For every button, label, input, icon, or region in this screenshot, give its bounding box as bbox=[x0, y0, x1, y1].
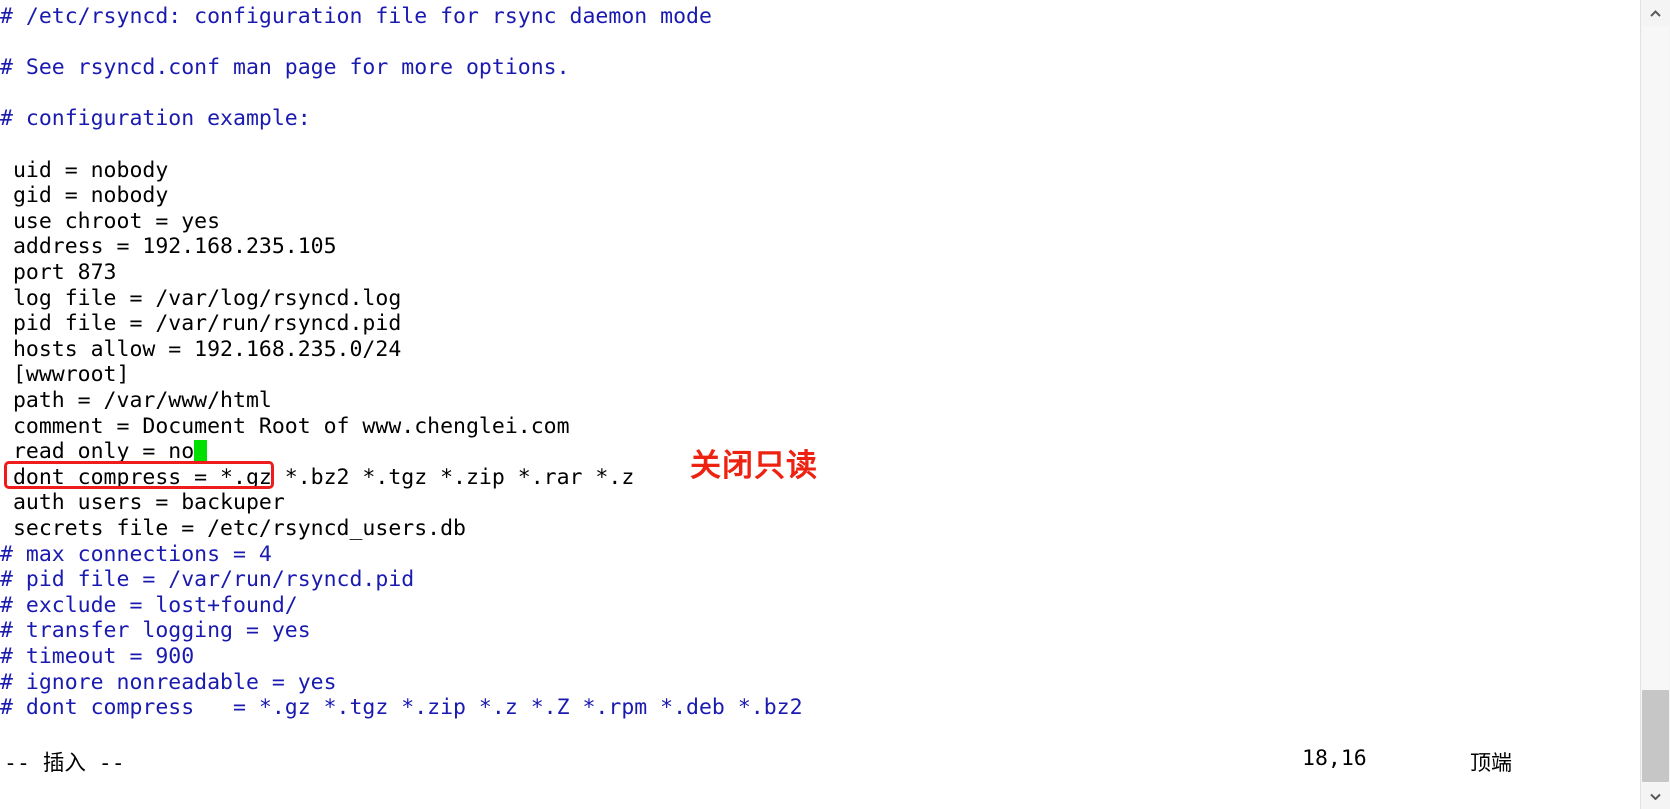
editor-line: # transfer logging = yes bbox=[0, 618, 311, 644]
scrollbar-track[interactable] bbox=[1642, 26, 1669, 783]
editor-line: # configuration example: bbox=[0, 106, 311, 132]
status-cursor-position: 18,16 bbox=[1302, 746, 1367, 771]
editor-line: secrets file = /etc/rsyncd_users.db bbox=[0, 516, 466, 541]
editor-line: hosts allow = 192.168.235.0/24 bbox=[0, 336, 402, 362]
editor-line-text: read only = no bbox=[0, 439, 195, 465]
vertical-scrollbar[interactable] bbox=[1640, 0, 1670, 809]
editor-line: # timeout = 900 bbox=[0, 644, 195, 669]
status-mode-indicator: -- 插入 -- bbox=[4, 751, 125, 776]
editor-line: # exclude = lost+found/ bbox=[0, 592, 298, 618]
chevron-up-icon bbox=[1650, 9, 1661, 17]
editor-line: dont compress = *.gz *.bz2 *.tgz *.zip *… bbox=[0, 464, 635, 490]
scrollbar-down-button[interactable] bbox=[1641, 783, 1670, 809]
editor-line: path = /var/www/html bbox=[0, 388, 272, 413]
annotation-label-close-readonly: 关闭只读 bbox=[690, 448, 818, 484]
editor-line: gid = nobody bbox=[0, 183, 169, 209]
editor-line: read only = no bbox=[0, 439, 208, 465]
status-scroll-indicator: 顶端 bbox=[1470, 751, 1512, 775]
editor-line: # max connections = 4 bbox=[0, 541, 272, 567]
text-cursor-block bbox=[194, 440, 208, 463]
editor-line: pid file = /var/run/rsyncd.pid bbox=[0, 311, 402, 337]
editor-line: uid = nobody bbox=[0, 157, 169, 183]
editor-line: # /etc/rsyncd: configuration file for rs… bbox=[0, 4, 712, 29]
editor-line: comment = Document Root of www.chenglei.… bbox=[0, 413, 570, 439]
editor-line: auth users = backuper bbox=[0, 490, 285, 516]
editor-line: address = 192.168.235.105 bbox=[0, 234, 337, 260]
editor-line: [wwwroot] bbox=[0, 362, 130, 388]
editor-line: # dont compress = *.gz *.tgz *.zip *.z *… bbox=[0, 695, 803, 721]
editor-line: log file = /var/log/rsyncd.log bbox=[0, 285, 402, 311]
vim-editor-text-area[interactable]: # /etc/rsyncd: configuration file for rs… bbox=[0, 0, 1640, 762]
editor-line: use chroot = yes bbox=[0, 208, 221, 234]
editor-line: # pid file = /var/run/rsyncd.pid bbox=[0, 567, 415, 593]
scrollbar-up-button[interactable] bbox=[1641, 0, 1670, 26]
chevron-down-icon bbox=[1650, 793, 1661, 800]
vim-status-line: -- 插入 -- 18,16 顶端 bbox=[0, 745, 1640, 781]
editor-line: # ignore nonreadable = yes bbox=[0, 669, 337, 695]
terminal-window: # /etc/rsyncd: configuration file for rs… bbox=[0, 0, 1670, 809]
editor-line: port 873 bbox=[0, 260, 117, 285]
editor-line: # See rsyncd.conf man page for more opti… bbox=[0, 55, 570, 81]
scrollbar-thumb[interactable] bbox=[1642, 690, 1669, 782]
